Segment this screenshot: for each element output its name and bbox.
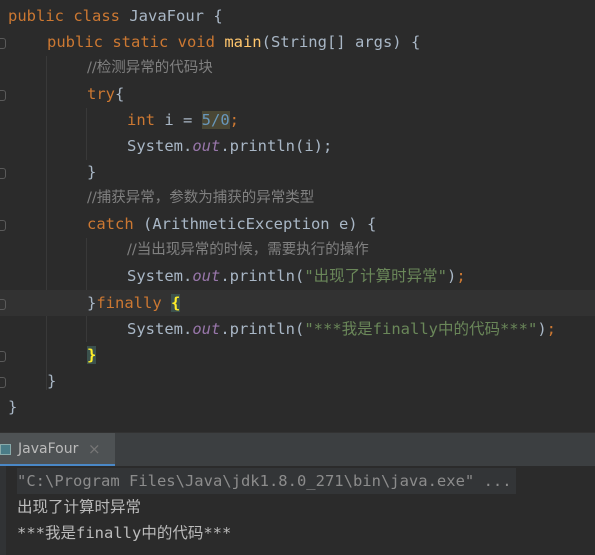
- run-tab-javafour[interactable]: JavaFour ×: [0, 433, 115, 467]
- code-line: }: [0, 394, 595, 420]
- matched-brace: }: [87, 346, 97, 364]
- fold-icon[interactable]: [0, 351, 6, 362]
- code-line: //当出现异常的时候，需要执行的操作: [0, 237, 595, 263]
- code-line-current: }finally {: [0, 290, 595, 316]
- method-name: main: [224, 33, 262, 51]
- console-output-line: 出现了计算时异常: [17, 498, 142, 516]
- fold-icon[interactable]: [0, 299, 6, 310]
- class-ref: System.: [127, 137, 193, 155]
- code-line: }: [0, 342, 595, 368]
- keyword: int: [127, 111, 165, 129]
- semicolon: ;: [456, 267, 466, 285]
- semicolon: ;: [546, 320, 556, 338]
- paren: ): [447, 267, 457, 285]
- code-line: System.out.println("出现了计算时异常");: [0, 263, 595, 289]
- brace: }: [87, 163, 97, 181]
- static-field: out: [192, 267, 221, 285]
- brace: {: [115, 85, 125, 103]
- code-line: System.out.println("***我是finally中的代码***"…: [0, 316, 595, 342]
- method-call: .println(: [220, 267, 305, 285]
- code-editor[interactable]: public class JavaFour { public static vo…: [0, 0, 595, 432]
- run-console[interactable]: "C:\Program Files\Java\jdk1.8.0_271\bin\…: [0, 466, 595, 555]
- code-line: public class JavaFour {: [0, 3, 595, 29]
- keyword: catch: [87, 215, 143, 233]
- comment: //检测异常的代码块: [87, 60, 213, 76]
- code-line: }: [0, 159, 595, 185]
- comment: //当出现异常的时候，需要执行的操作: [127, 242, 369, 258]
- keyword: try: [87, 85, 115, 103]
- fold-icon[interactable]: [0, 90, 6, 101]
- close-icon[interactable]: ×: [88, 433, 101, 465]
- code-line: catch (ArithmeticException e) {: [0, 211, 595, 237]
- code-line: System.out.println(i);: [0, 133, 595, 159]
- static-field: out: [192, 137, 221, 155]
- code-line: //捕获异常，参数为捕获的异常类型: [0, 185, 595, 211]
- brace: }: [8, 398, 18, 416]
- keyword: finally: [96, 294, 171, 312]
- comment: //捕获异常，参数为捕获的异常类型: [87, 190, 315, 206]
- method-call: .println(i);: [220, 137, 333, 155]
- keyword: public class: [8, 7, 130, 25]
- code-line: public static void main(String[] args) {: [0, 29, 595, 55]
- division-expression: 5/0: [201, 111, 230, 129]
- catch-params: (ArithmeticException e) {: [143, 215, 377, 233]
- static-field: out: [192, 320, 221, 338]
- brace: }: [87, 294, 97, 312]
- fold-icon[interactable]: [0, 168, 6, 179]
- run-config-icon: [0, 444, 11, 455]
- tab-label: JavaFour: [18, 441, 79, 457]
- keyword: public static void: [47, 33, 225, 51]
- method-params: (String[] args) {: [261, 33, 421, 51]
- console-command-line[interactable]: "C:\Program Files\Java\jdk1.8.0_271\bin\…: [17, 468, 516, 494]
- code-line: int i = 5/0;: [0, 107, 595, 133]
- matched-brace: {: [171, 294, 181, 312]
- console-output-line: ***我是finally中的代码***: [17, 524, 232, 542]
- class-name: JavaFour {: [129, 7, 223, 25]
- code-line: try{: [0, 81, 595, 107]
- method-call: .println(: [220, 320, 305, 338]
- string-literal: "***我是finally中的代码***": [304, 320, 538, 338]
- semicolon: ;: [229, 111, 239, 129]
- fold-icon[interactable]: [0, 38, 6, 49]
- brace: }: [47, 372, 57, 390]
- run-tool-window-header: JavaFour ×: [0, 432, 595, 467]
- fold-icon[interactable]: [0, 220, 6, 231]
- fold-icon[interactable]: [0, 377, 6, 388]
- paren: ): [537, 320, 547, 338]
- string-literal: "出现了计算时异常": [304, 267, 447, 285]
- code-line: //检测异常的代码块: [0, 55, 595, 81]
- class-ref: System.: [127, 267, 193, 285]
- code-line: }: [0, 368, 595, 394]
- variable: i =: [164, 111, 202, 129]
- class-ref: System.: [127, 320, 193, 338]
